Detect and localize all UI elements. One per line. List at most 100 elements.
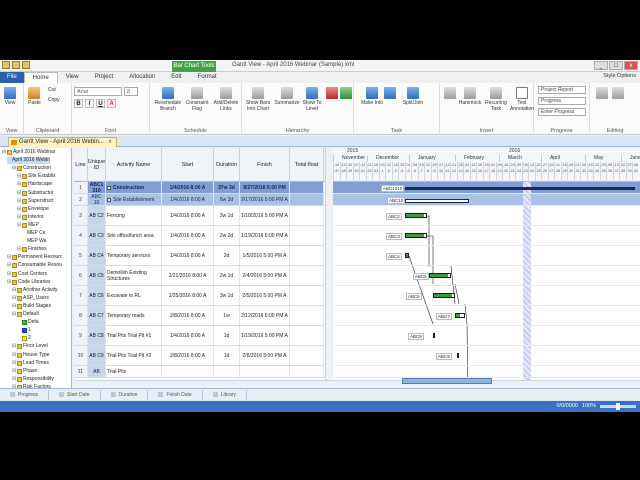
cell-unique-id[interactable]: AB C7 xyxy=(88,306,106,325)
tab-file[interactable]: File xyxy=(0,72,24,83)
find-button[interactable] xyxy=(596,87,608,100)
field-duration[interactable]: Duration xyxy=(101,389,149,400)
tab-edit[interactable]: Edit xyxy=(163,72,189,83)
tree-item[interactable]: ⊟ Permanent Resourc xyxy=(7,254,62,261)
expand-icon[interactable]: ⊟ xyxy=(12,368,16,375)
table-row[interactable]: 1 ABC1 310 Construction 1/4/2016 8:00 A 37w … xyxy=(74,182,332,194)
cell-finish[interactable]: 2/5/2016 5:00 PM A xyxy=(240,286,290,305)
cell-duration[interactable]: 1d xyxy=(214,346,240,365)
cell-unique-id[interactable]: ABC1 310 xyxy=(88,182,106,193)
cell-start[interactable]: 2/8/2016 8:00 A xyxy=(162,306,214,325)
gantt-task-bar[interactable] xyxy=(429,273,451,278)
expand-icon[interactable]: ⊟ xyxy=(12,311,16,318)
cell-line[interactable]: 2 xyxy=(74,194,88,205)
cell-start[interactable]: 1/4/2016 8:00 A xyxy=(162,326,214,345)
expand-icon[interactable]: ⊟ xyxy=(12,343,16,350)
minimize-button[interactable]: _ xyxy=(594,61,608,70)
cell-finish[interactable]: 2/8/2016 5:00 PM A xyxy=(240,346,290,365)
font-size-select[interactable]: 8 xyxy=(124,87,138,96)
cell-line[interactable]: 5 xyxy=(74,246,88,265)
grid-horizontal-scrollbar[interactable] xyxy=(74,380,332,388)
tree-item[interactable]: ⊟ April 2016 Webinar xyxy=(2,149,55,156)
cell-duration[interactable]: 2w 1d xyxy=(214,266,240,285)
tree-item[interactable]: ⊟ Consumable Resou xyxy=(7,262,62,269)
cell-finish[interactable] xyxy=(240,366,290,377)
cell-activity-name[interactable]: Construction xyxy=(106,182,162,193)
summarize-button[interactable]: Summarize xyxy=(274,87,300,106)
tree-item[interactable]: ⊟ Interior xyxy=(17,214,44,221)
copy-button[interactable]: Copy xyxy=(48,97,60,103)
table-row[interactable]: 4 AB C3 Site office/lunch area 1/4/2016 8:0… xyxy=(74,226,332,246)
redo-icon[interactable] xyxy=(22,61,30,69)
expand-icon[interactable]: ⊟ xyxy=(12,295,16,302)
expand-icon[interactable]: ⊟ xyxy=(17,222,21,229)
cell-line[interactable]: 8 xyxy=(74,306,88,325)
expand-icon[interactable]: ⊟ xyxy=(17,173,21,180)
cell-line[interactable]: 3 xyxy=(74,206,88,225)
cell-duration[interactable]: 6w 3d xyxy=(214,194,240,205)
tree-item[interactable]: ⊟ Default xyxy=(12,311,39,318)
tab-allocation[interactable]: Allocation xyxy=(121,72,163,83)
progress-select[interactable]: Progress xyxy=(538,97,586,105)
cell-total-float[interactable] xyxy=(290,194,324,205)
cell-duration[interactable]: 2w 1d xyxy=(214,206,240,225)
table-row[interactable]: 6 AB C5 Demolish Existing Structures 1/21/2… xyxy=(74,266,332,286)
cell-finish[interactable]: 2/17/2016 5:00 PM A xyxy=(240,194,290,205)
expand-icon[interactable]: ⊟ xyxy=(7,271,11,278)
field-progress[interactable]: Progress xyxy=(0,389,50,400)
tree-item[interactable]: ⊟ Finishes xyxy=(17,246,47,253)
cell-finish[interactable]: 1/19/2016 5:00 PM A xyxy=(240,326,290,345)
gantt-task-bar[interactable] xyxy=(405,253,409,258)
expand-icon[interactable]: ⊟ xyxy=(2,149,6,156)
expand-icon[interactable]: ⊟ xyxy=(7,254,11,261)
enter-progress-select[interactable]: Enter Progress xyxy=(538,108,586,116)
cell-finish[interactable]: 1/19/2016 5:00 PM A xyxy=(240,226,290,245)
cell-total-float[interactable] xyxy=(290,306,324,325)
maximize-button[interactable]: □ xyxy=(609,61,623,70)
tree-item[interactable]: ⊟ Hardscape xyxy=(17,181,52,188)
table-row[interactable]: 2 ABC 10 Site Establishment 1/4/2016 8:00 A… xyxy=(74,194,332,206)
col-total-float-header[interactable]: Total float xyxy=(290,148,324,182)
tree-item[interactable]: ⊟ Responsibility xyxy=(12,376,54,383)
text-annotation-button[interactable]: Text Annotation xyxy=(510,87,534,112)
tree-item[interactable]: ⊟ Floor Level xyxy=(12,343,48,350)
cell-start[interactable]: 1/25/2016 8:00 A xyxy=(162,286,214,305)
cell-activity-name[interactable]: Temporary services xyxy=(106,246,162,265)
expand-icon[interactable]: ⊟ xyxy=(12,352,16,359)
show-bars-into-chart-button[interactable]: Show Bars Into Chart xyxy=(244,87,272,112)
col-start-header[interactable]: Start xyxy=(162,148,214,182)
project-report-button[interactable]: Project Report xyxy=(538,86,586,94)
field-library[interactable]: Library xyxy=(203,389,248,400)
expand-icon[interactable]: ⊟ xyxy=(7,279,11,286)
expand-icon[interactable]: ⊟ xyxy=(12,376,16,383)
cell-line[interactable]: 11 xyxy=(74,366,88,377)
cell-total-float[interactable] xyxy=(290,246,324,265)
cell-finish[interactable]: 1/5/2016 5:00 PM A xyxy=(240,246,290,265)
col-duration-header[interactable]: Duration xyxy=(214,148,240,182)
gantt-task-bar[interactable] xyxy=(455,313,465,318)
tree-item[interactable]: 1 xyxy=(17,327,31,334)
tree-item[interactable]: ⊟ Superstruct xyxy=(17,198,54,205)
expand-icon[interactable]: ⊟ xyxy=(17,206,21,213)
expand-icon[interactable]: ⊟ xyxy=(7,262,11,269)
cell-total-float[interactable] xyxy=(290,226,324,245)
cell-unique-id[interactable]: AB C9 xyxy=(88,346,106,365)
reschedule-branch-button[interactable]: Reschedule Branch xyxy=(154,87,182,112)
undo-icon[interactable] xyxy=(12,61,20,69)
cut-button[interactable]: Cut xyxy=(48,87,56,93)
tree-item[interactable]: ⊟ Substructur xyxy=(17,190,54,197)
tree-item[interactable]: Defa xyxy=(17,319,39,326)
gantt-task-bar[interactable] xyxy=(457,353,459,358)
doc-tab-gantt-view[interactable]: Gantt View - April 2016 Webin... x xyxy=(8,137,117,147)
sort-button[interactable] xyxy=(326,87,338,100)
cell-activity-name[interactable]: Trial Pits Trial Pit #2 xyxy=(106,346,162,365)
cell-finish[interactable]: 2/12/2016 5:00 PM A xyxy=(240,306,290,325)
cell-duration[interactable] xyxy=(214,366,240,377)
cell-line[interactable]: 1 xyxy=(74,182,88,193)
cell-finish[interactable]: 8/27/2016 5:00 PM xyxy=(240,182,290,193)
tab-view[interactable]: View xyxy=(58,72,87,83)
cell-start[interactable]: 1/4/2016 8:00 A xyxy=(162,206,214,225)
cell-total-float[interactable] xyxy=(290,346,324,365)
cell-activity-name[interactable]: Site office/lunch area xyxy=(106,226,162,245)
save-icon[interactable] xyxy=(2,61,10,69)
